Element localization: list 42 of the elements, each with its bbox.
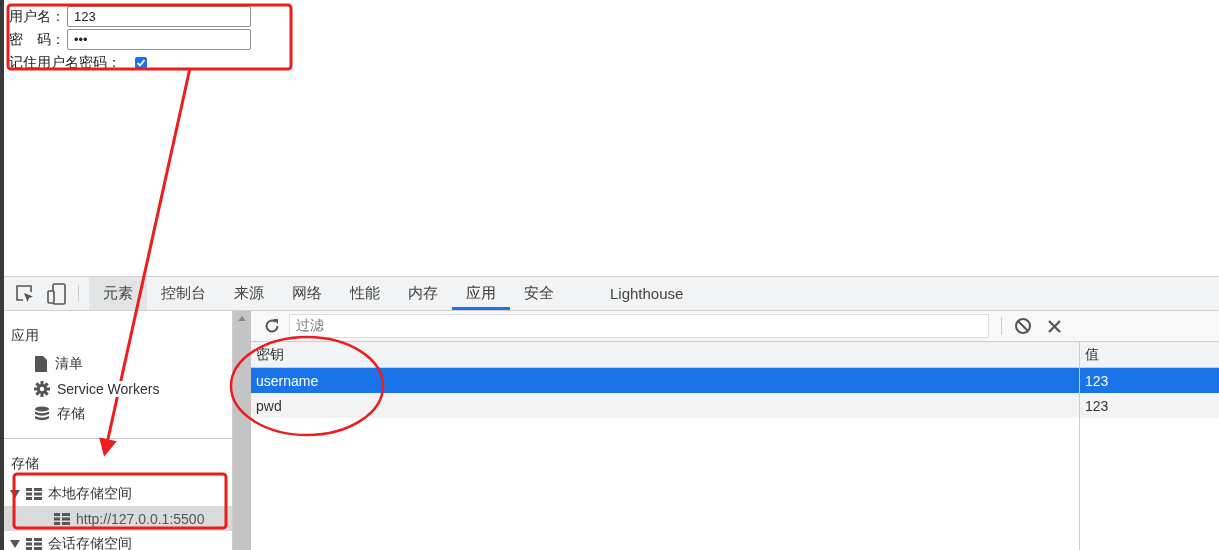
field-label: 用户名： [9, 7, 65, 26]
expanded-triangle-icon[interactable] [10, 539, 20, 548]
checkbox-label: 记住用户名密码： [9, 53, 121, 72]
table-cell: 123 [1079, 367, 1219, 393]
tab[interactable]: 内存 [394, 277, 452, 310]
block-icon[interactable] [1014, 317, 1032, 335]
database-icon [34, 405, 50, 422]
column-header[interactable]: 值 [1079, 342, 1219, 368]
table-icon [26, 487, 42, 500]
table-cell: pwd [251, 393, 1080, 418]
table-cell: 123 [1079, 393, 1219, 418]
tab[interactable]: 元素 [89, 277, 147, 310]
tab[interactable]: 来源 [220, 277, 278, 310]
input-field[interactable]: ••• [67, 29, 251, 50]
tab[interactable]: 网络 [278, 277, 336, 310]
field-label: 密 码： [9, 30, 65, 49]
column-header[interactable]: 密钥 [251, 342, 1080, 368]
gear-icon [34, 380, 50, 397]
table-row[interactable]: pwd 123 [251, 393, 1219, 418]
tab[interactable]: 性能 [336, 277, 394, 310]
sidebar-item[interactable]: 清单 [55, 354, 83, 373]
table-icon [54, 512, 70, 525]
section-heading: 存储 [10, 454, 40, 473]
refresh-icon[interactable] [263, 317, 281, 335]
filter-field[interactable]: 过滤 [289, 314, 989, 338]
table-row[interactable]: username 123 [251, 367, 1219, 393]
tree-item[interactable]: http://127.0.0.1:5500 [4, 506, 232, 531]
expanded-triangle-icon[interactable] [10, 489, 20, 498]
sidebar-item[interactable]: 存储 [57, 404, 85, 423]
table-icon [26, 537, 42, 550]
tree-item[interactable]: 会话存储空间 [4, 531, 232, 550]
tree-item[interactable]: 本地存储空间 [4, 481, 232, 506]
tab[interactable]: 安全 [510, 277, 568, 310]
tab[interactable]: 控制台 [147, 277, 220, 310]
table-cell: username [251, 367, 1080, 393]
checkbox[interactable] [135, 56, 147, 69]
tab[interactable]: Lighthouse [568, 277, 698, 310]
close-icon[interactable] [1048, 319, 1061, 333]
sidebar-item[interactable]: Service Workers [57, 380, 160, 397]
input-field[interactable]: 123 [67, 6, 251, 27]
section-heading: 应用 [10, 326, 40, 345]
file-icon [34, 355, 48, 372]
